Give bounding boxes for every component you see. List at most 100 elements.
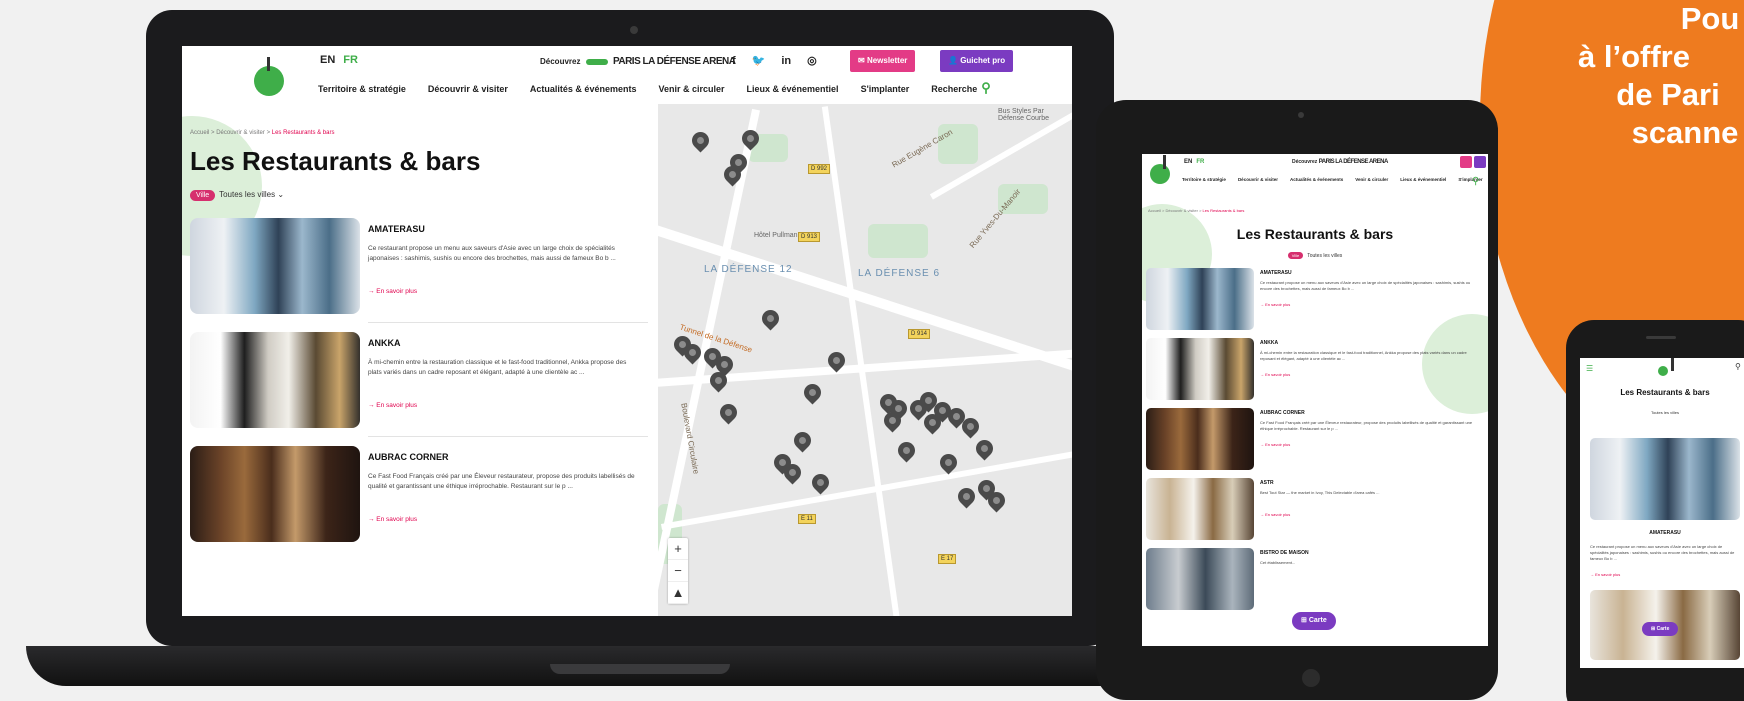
- restaurant-photo: [1146, 478, 1254, 540]
- newsletter-label: Newsletter: [866, 56, 908, 65]
- restaurant-desc: Cet établissement...: [1260, 560, 1296, 565]
- site-logo[interactable]: [1658, 358, 1674, 376]
- arena-logo-icon: [585, 58, 608, 65]
- promo-line-3: de Pari: [1616, 77, 1720, 112]
- nav-lieux[interactable]: Lieux & événementiel: [747, 84, 839, 94]
- search-icon[interactable]: ⚲: [1472, 176, 1479, 187]
- map-toggle-button[interactable]: ⊞ Carte: [1642, 622, 1679, 636]
- nav-actualites[interactable]: Actualités & événements: [1290, 177, 1343, 182]
- street-label: Rue Yves-Du-Manoir: [967, 187, 1023, 250]
- map-pin[interactable]: [800, 380, 825, 405]
- zoom-out-button[interactable]: −: [668, 560, 688, 582]
- more-link[interactable]: → En savoir plus: [368, 402, 417, 409]
- map-pin[interactable]: [894, 438, 919, 463]
- nav-venir[interactable]: Venir & circuler: [1355, 177, 1388, 182]
- nav-implanter[interactable]: S'implanter: [861, 84, 910, 94]
- facebook-icon[interactable]: f: [732, 55, 736, 67]
- more-link[interactable]: → En savoir plus: [1590, 572, 1620, 577]
- promo-line-4: scanne: [1631, 115, 1739, 150]
- road-shield: E 11: [798, 514, 816, 524]
- map-pin[interactable]: [688, 128, 713, 153]
- promo-line-1: Pou: [1680, 1, 1740, 36]
- more-link[interactable]: → En savoir plus: [368, 288, 417, 295]
- promo-text: Pou à l’offre de Pari scanne: [1520, 0, 1744, 152]
- decor-circle: [1422, 314, 1488, 414]
- site-logo[interactable]: [1150, 155, 1170, 184]
- map-pin[interactable]: [808, 470, 833, 495]
- search-icon[interactable]: ⚲: [1735, 362, 1741, 371]
- more-link[interactable]: → En savoir plus: [1260, 512, 1290, 517]
- tablet-camera: [1298, 112, 1304, 118]
- more-link[interactable]: → En savoir plus: [1260, 302, 1290, 307]
- restaurant-desc: À mi-chemin entre la restauration classi…: [1260, 350, 1467, 361]
- filter-tag: Ville: [190, 190, 216, 201]
- search-icon[interactable]: ⚲: [981, 80, 991, 95]
- zoom-in-button[interactable]: +: [668, 538, 688, 560]
- divider: [368, 436, 648, 437]
- crumb-sep: >: [1162, 208, 1165, 213]
- lang-en[interactable]: EN: [1184, 159, 1192, 165]
- nav-territoire[interactable]: Territoire & stratégie: [1182, 177, 1226, 182]
- restaurant-desc: Best Tout Star — the market in Ivoy, Thi…: [1260, 490, 1380, 495]
- lang-en[interactable]: EN: [320, 54, 335, 66]
- crumb-parent[interactable]: Découvrir & visiter: [216, 130, 265, 136]
- tablet-home-button: [1302, 669, 1320, 687]
- map-pin[interactable]: [758, 306, 783, 331]
- newsletter-button[interactable]: ✉ Newsletter: [850, 50, 916, 72]
- map-park: [868, 224, 928, 258]
- map-pin[interactable]: [954, 484, 979, 509]
- restaurant-name: AMATERASU: [368, 224, 425, 234]
- map-toggle-label: Carte: [1656, 626, 1670, 632]
- promo-line-2: à l’offre: [1578, 39, 1690, 74]
- map-pin[interactable]: [790, 428, 815, 453]
- instagram-icon[interactable]: ◎: [807, 55, 817, 67]
- crumb-sep: >: [211, 130, 215, 136]
- linkedin-icon[interactable]: in: [781, 55, 791, 67]
- guichet-pro-button[interactable]: [1474, 156, 1486, 168]
- nav-decouvrir[interactable]: Découvrir & visiter: [1238, 177, 1278, 182]
- more-link[interactable]: → En savoir plus: [1260, 442, 1290, 447]
- restaurant-photo: [1146, 268, 1254, 330]
- restaurant-name: AUBRAC CORNER: [368, 452, 449, 462]
- nav-territoire[interactable]: Territoire & stratégie: [318, 84, 406, 94]
- main-nav: Territoire & stratégie Découvrir & visite…: [1182, 176, 1483, 183]
- site-logo[interactable]: [254, 57, 284, 96]
- map-pin[interactable]: [972, 436, 997, 461]
- city-filter[interactable]: Ville Toutes les villes ⌄: [190, 190, 284, 201]
- lang-fr[interactable]: FR: [343, 54, 358, 66]
- more-link[interactable]: → En savoir plus: [368, 516, 417, 523]
- more-link[interactable]: → En savoir plus: [1260, 372, 1290, 377]
- restaurant-name: AMATERASU: [1649, 530, 1681, 536]
- restaurant-name: ANKKA: [1260, 340, 1279, 346]
- nav-recherche[interactable]: Recherche: [931, 84, 977, 94]
- arena-brand: PARIS LA DÉFENSE ARENA: [1318, 159, 1389, 165]
- guichet-pro-button[interactable]: 👤 Guichet pro: [940, 50, 1014, 72]
- crumb-parent[interactable]: Découvrir & visiter: [1166, 208, 1198, 213]
- city-filter[interactable]: Ville Toutes les villes: [1142, 252, 1488, 259]
- filter-value: Toutes les villes: [1650, 410, 1679, 415]
- locate-button[interactable]: ▲: [668, 582, 688, 604]
- nav-lieux[interactable]: Lieux & événementiel: [1400, 177, 1446, 182]
- nav-venir[interactable]: Venir & circuler: [658, 84, 724, 94]
- lang-fr[interactable]: FR: [1196, 159, 1204, 165]
- restaurant-desc: Ce restaurant propose un menu aux saveur…: [1260, 280, 1471, 291]
- twitter-icon[interactable]: 🐦: [752, 55, 766, 67]
- restaurant-desc: Ce Fast Food Français créé par une Éleve…: [1260, 420, 1473, 431]
- discover-arena[interactable]: Découvrez PARIS LA DÉFENSE ARENA: [540, 56, 736, 67]
- map-road: [660, 444, 1072, 530]
- city-filter[interactable]: Toutes les villes: [1580, 410, 1744, 415]
- restaurants-map[interactable]: LA DÉFENSE 12 LA DÉFENSE 6 Rue Eugène Ca…: [658, 104, 1072, 616]
- crumb-home[interactable]: Accueil: [190, 130, 209, 136]
- menu-icon[interactable]: ☰: [1586, 364, 1593, 373]
- map-toggle-button[interactable]: ⊞ Carte: [1292, 612, 1336, 630]
- newsletter-button[interactable]: [1460, 156, 1472, 168]
- nav-decouvrir[interactable]: Découvrir & visiter: [428, 84, 508, 94]
- map-pin[interactable]: [716, 400, 741, 425]
- map-label-defense-12: LA DÉFENSE 12: [704, 264, 793, 275]
- crumb-home[interactable]: Accueil: [1148, 208, 1161, 213]
- discover-arena[interactable]: Découvrez PARIS LA DÉFENSE ARENA: [1292, 159, 1388, 165]
- nav-actualites[interactable]: Actualités & événements: [530, 84, 637, 94]
- road-shield: D 992: [808, 164, 831, 174]
- crumb-sep: >: [1199, 208, 1202, 213]
- guichet-label: Guichet pro: [960, 56, 1006, 65]
